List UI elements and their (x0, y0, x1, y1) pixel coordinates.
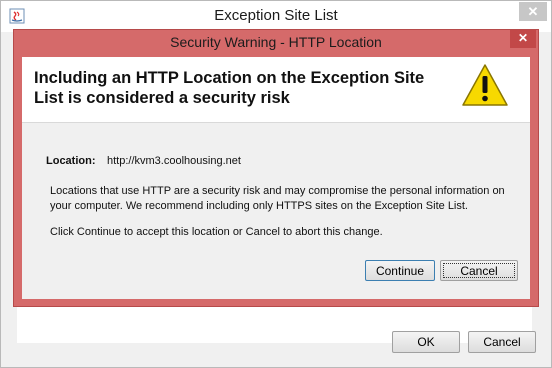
parent-cancel-button[interactable]: Cancel (468, 331, 536, 353)
location-value: http://kvm3.coolhousing.net (107, 155, 241, 167)
risk-description: Locations that use HTTP are a security r… (50, 185, 505, 212)
parent-close-button[interactable]: ✕ (519, 2, 547, 21)
dialog-close-button[interactable]: ✕ (510, 30, 536, 48)
dialog-title: Security Warning - HTTP Location (170, 34, 382, 50)
security-warning-dialog: Security Warning - HTTP Location ✕ Inclu… (13, 29, 539, 307)
parent-window-title: Exception Site List (214, 7, 338, 24)
warning-icon (462, 64, 508, 106)
instruction-text: Click Continue to accept this location o… (50, 226, 383, 238)
warning-heading: Including an HTTP Location on the Except… (34, 69, 425, 107)
dialog-body: Including an HTTP Location on the Except… (22, 57, 530, 299)
dialog-header: Including an HTTP Location on the Except… (22, 57, 530, 123)
continue-button[interactable]: Continue (365, 260, 435, 281)
parent-ok-button[interactable]: OK (392, 331, 460, 353)
cancel-button[interactable]: Cancel (440, 260, 518, 281)
location-label: Location: (46, 155, 96, 167)
parent-title-bar[interactable]: Exception Site List ✕ (1, 1, 551, 32)
